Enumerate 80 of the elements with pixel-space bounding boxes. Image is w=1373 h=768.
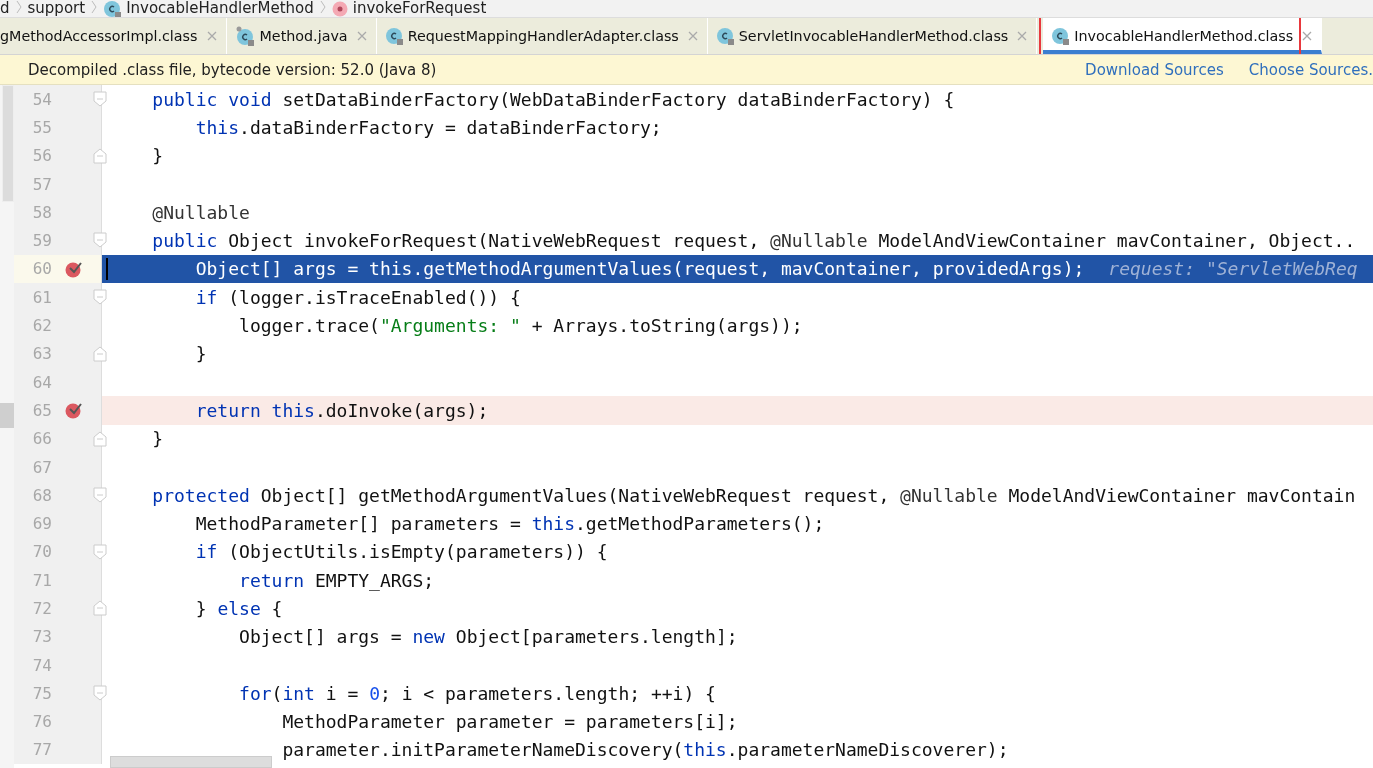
line-number: 72 [31, 599, 52, 618]
code-line: return this.doInvoke(args); [194, 399, 489, 421]
line-number: 63 [31, 344, 52, 364]
line-number: 75 [31, 683, 52, 703]
breadcrumb-item[interactable]: invokeForRequest [331, 0, 487, 17]
class-icon [384, 27, 403, 45]
code-line: } [151, 145, 164, 167]
code-line: } else { [194, 598, 283, 619]
code-line: protected Object[] getMethodArgumentValues(NativeWebRequest request, @Nullable ModelAndViewContainer mavContain [151, 484, 1356, 506]
code-line: @Nullable [151, 201, 250, 223]
chevron-icon [91, 0, 98, 14]
line-number: 65 [31, 400, 52, 420]
fold-icon[interactable] [93, 91, 107, 107]
fold-icon[interactable] [93, 543, 107, 560]
code-line: Object[] args = this.getMethodArgumentValues(request, mavContainer, providedArgs); [194, 258, 1085, 280]
line-number: 58 [31, 202, 52, 222]
fold-icon[interactable] [93, 685, 107, 702]
line-number: 59 [31, 231, 52, 251]
fold-icon[interactable] [93, 232, 107, 249]
class-icon [103, 0, 122, 17]
code-line: public void setDataBinderFactory(WebDataBinderFactory dataBinderFactory) { [151, 88, 955, 110]
breadcrumb-item[interactable]: d [0, 1, 10, 16]
breakpoint-icon[interactable] [65, 260, 83, 278]
editor-tab[interactable]: ServletInvocableHandlerMethod.class [707, 18, 1038, 54]
code-line: } [194, 343, 207, 365]
code-line: MethodParameter parameter = parameters[i]; [281, 711, 738, 733]
line-number: 55 [31, 117, 52, 137]
fold-icon[interactable] [93, 487, 107, 504]
editor-tab[interactable]: gMethodAccessorImpl.class [0, 18, 227, 54]
banner-link[interactable]: Download Sources [1085, 60, 1224, 79]
class-icon [1051, 27, 1070, 45]
fold-icon[interactable] [93, 600, 107, 617]
line-number: 76 [31, 712, 52, 732]
text-caret [106, 257, 108, 280]
line-number: 77 [31, 740, 52, 760]
line-number: 56 [31, 146, 52, 166]
line-number: 70 [31, 542, 52, 562]
line-number: 68 [31, 485, 52, 505]
breadcrumb-item[interactable]: InvocableHandlerMethod [103, 0, 314, 17]
breadcrumb-item[interactable]: support [27, 1, 86, 16]
fold-icon[interactable] [93, 289, 107, 306]
line-number: 60 [31, 259, 52, 279]
code-line: if (ObjectUtils.isEmpty(parameters)) { [194, 541, 608, 563]
line-number: 67 [31, 457, 52, 477]
line-number: 66 [31, 429, 52, 449]
line-number: 69 [31, 514, 52, 534]
code-line: } [151, 428, 164, 450]
chevron-icon [15, 0, 22, 14]
inline-value-hint: request: "ServletWebReq [1108, 258, 1358, 280]
scroll-marker [0, 403, 14, 428]
line-number: 57 [31, 174, 52, 194]
class-icon [234, 26, 255, 46]
banner-link[interactable]: Choose Sources. [1248, 60, 1373, 79]
breakpoint-icon[interactable] [65, 402, 83, 420]
code-line: parameter.initParameterNameDiscovery(this.parameterNameDiscoverer); [281, 739, 1009, 761]
line-number: 54 [31, 89, 52, 109]
code-line: public Object invokeForRequest(NativeWebRequest request, @Nullable ModelAndViewContainer mavContainer, Object.. [151, 230, 1356, 252]
line-number: 73 [31, 627, 52, 647]
code-line: for(int i = 0; i < parameters.length; ++i) { [238, 682, 716, 704]
banner-message: Decompiled .class file, bytecode version: 52.0 (Java 8) [28, 60, 438, 79]
code-line: if (logger.isTraceEnabled()) { [194, 286, 521, 308]
line-number: 62 [31, 316, 52, 335]
method-icon [331, 0, 348, 17]
line-number: 64 [31, 372, 52, 392]
code-line: this.dataBinderFactory = dataBinderFactory; [194, 116, 662, 138]
editor-tab[interactable]: RequestMappingHandlerAdapter.class [376, 18, 708, 54]
scrollbar-thumb[interactable] [110, 756, 272, 768]
code-line: MethodParameter[] parameters = this.getMethodParameters(); [194, 513, 825, 535]
line-number: 74 [31, 655, 52, 675]
code-line: Object[] args = new Object[parameters.length]; [238, 626, 738, 648]
line-number: 71 [31, 570, 52, 590]
class-icon [715, 27, 734, 45]
chevron-icon [319, 0, 326, 14]
code-line: return EMPTY_ARGS; [238, 569, 435, 591]
code-line: logger.trace("Arguments: " + Arrays.toString(args)); [238, 315, 803, 336]
fold-icon[interactable] [93, 430, 107, 447]
fold-icon[interactable] [93, 345, 107, 362]
editor-tab[interactable]: Method.java [226, 18, 377, 54]
line-number: 61 [31, 287, 52, 307]
fold-icon[interactable] [93, 147, 107, 164]
